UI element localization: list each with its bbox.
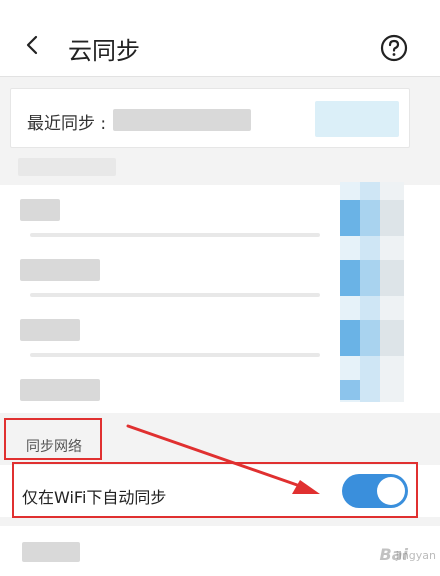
watermark-sub: jingyan [395, 549, 436, 562]
bottom-setting-row [0, 526, 440, 576]
bottom-row-label-redacted [22, 542, 80, 562]
annotation-arrow [126, 424, 320, 494]
